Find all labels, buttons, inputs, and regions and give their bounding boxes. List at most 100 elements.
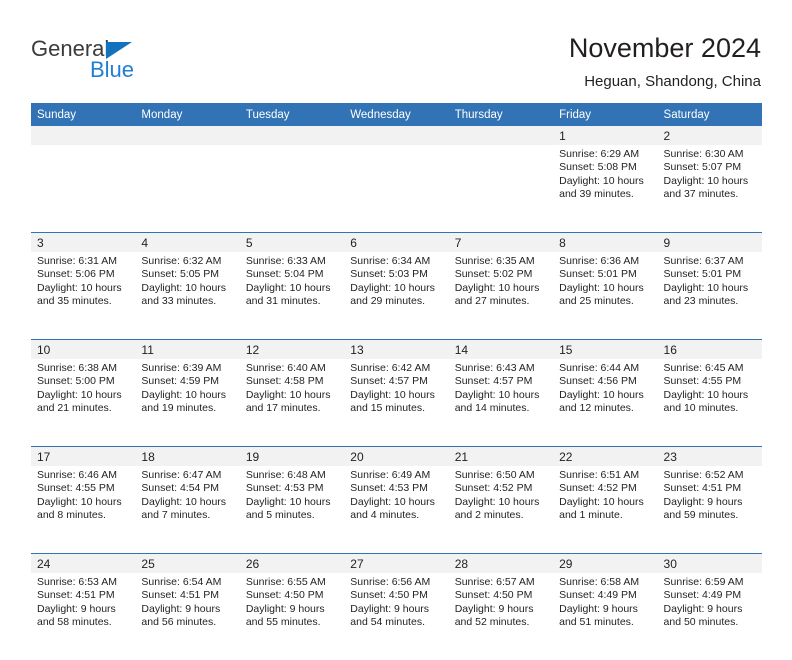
day-cell[interactable]: Sunrise: 6:37 AM Sunset: 5:01 PM Dayligh… bbox=[657, 252, 762, 340]
day-number[interactable]: 15 bbox=[553, 339, 658, 359]
day-number[interactable]: 23 bbox=[657, 446, 762, 466]
daylight-text-cont: and 37 minutes. bbox=[663, 188, 739, 201]
day-number[interactable]: 2 bbox=[657, 126, 762, 145]
day-cell[interactable]: Sunrise: 6:57 AM Sunset: 4:50 PM Dayligh… bbox=[448, 573, 554, 660]
sunset-text: Sunset: 4:57 PM bbox=[454, 375, 533, 388]
day-cell[interactable] bbox=[344, 145, 449, 233]
weekday-header-sunday: Sunday bbox=[31, 103, 136, 126]
sunrise-text: Sunrise: 6:37 AM bbox=[663, 255, 744, 267]
day-number[interactable]: 12 bbox=[239, 339, 345, 359]
day-number[interactable]: 29 bbox=[553, 553, 658, 573]
day-cell[interactable]: Sunrise: 6:52 AM Sunset: 4:51 PM Dayligh… bbox=[657, 466, 762, 554]
day-cell[interactable]: Sunrise: 6:48 AM Sunset: 4:53 PM Dayligh… bbox=[239, 466, 345, 554]
day-cell[interactable]: Sunrise: 6:56 AM Sunset: 4:50 PM Dayligh… bbox=[344, 573, 449, 660]
day-cell[interactable]: Sunrise: 6:40 AM Sunset: 4:58 PM Dayligh… bbox=[239, 359, 345, 447]
day-number[interactable]: 8 bbox=[553, 232, 658, 252]
daylight-text: Daylight: 10 hours bbox=[559, 495, 644, 508]
weekday-header-thursday: Thursday bbox=[448, 103, 554, 126]
day-number[interactable] bbox=[135, 126, 240, 145]
day-number[interactable] bbox=[344, 126, 449, 145]
day-cell[interactable]: Sunrise: 6:51 AM Sunset: 4:52 PM Dayligh… bbox=[553, 466, 658, 554]
day-cell[interactable]: Sunrise: 6:59 AM Sunset: 4:49 PM Dayligh… bbox=[657, 573, 762, 660]
day-cell[interactable]: Sunrise: 6:55 AM Sunset: 4:50 PM Dayligh… bbox=[239, 573, 345, 660]
day-number[interactable]: 10 bbox=[31, 339, 136, 359]
daylight-text: Daylight: 10 hours bbox=[663, 174, 749, 187]
day-cell[interactable]: Sunrise: 6:34 AM Sunset: 5:03 PM Dayligh… bbox=[344, 252, 449, 340]
day-cell[interactable]: Sunrise: 6:49 AM Sunset: 4:53 PM Dayligh… bbox=[344, 466, 449, 554]
general-blue-logo[interactable]: General Blue bbox=[31, 36, 231, 88]
day-cell[interactable]: Sunrise: 6:39 AM Sunset: 4:59 PM Dayligh… bbox=[135, 359, 240, 447]
day-cell[interactable]: Sunrise: 6:33 AM Sunset: 5:04 PM Dayligh… bbox=[239, 252, 345, 340]
day-number[interactable]: 26 bbox=[239, 553, 345, 573]
daylight-text: Daylight: 10 hours bbox=[559, 174, 644, 187]
day-number[interactable]: 13 bbox=[344, 339, 449, 359]
day-number[interactable] bbox=[448, 126, 554, 145]
day-number[interactable]: 5 bbox=[239, 232, 345, 252]
day-number[interactable]: 21 bbox=[448, 446, 554, 466]
daylight-text-cont: and 58 minutes. bbox=[37, 616, 112, 629]
day-cell[interactable]: Sunrise: 6:29 AM Sunset: 5:08 PM Dayligh… bbox=[553, 145, 658, 233]
daylight-text: Daylight: 10 hours bbox=[350, 388, 435, 401]
day-number[interactable]: 27 bbox=[344, 553, 449, 573]
day-cell[interactable] bbox=[31, 145, 136, 233]
day-cell[interactable]: Sunrise: 6:53 AM Sunset: 4:51 PM Dayligh… bbox=[31, 573, 136, 660]
day-number[interactable]: 20 bbox=[344, 446, 449, 466]
daylight-text: Daylight: 10 hours bbox=[245, 388, 331, 401]
day-cell[interactable]: Sunrise: 6:32 AM Sunset: 5:05 PM Dayligh… bbox=[135, 252, 240, 340]
day-cell[interactable] bbox=[448, 145, 554, 233]
week-row-daynumbers: 1 2 bbox=[31, 126, 762, 145]
calendar-page: General Blue November 2024 Heguan, Shand… bbox=[0, 0, 792, 660]
day-number[interactable]: 16 bbox=[657, 339, 762, 359]
daylight-text-cont: and 39 minutes. bbox=[559, 188, 634, 201]
daylight-text: Daylight: 9 hours bbox=[350, 602, 430, 615]
day-number[interactable]: 25 bbox=[135, 553, 240, 573]
day-cell[interactable]: Sunrise: 6:44 AM Sunset: 4:56 PM Dayligh… bbox=[553, 359, 658, 447]
day-number[interactable]: 28 bbox=[448, 553, 554, 573]
daylight-text: Daylight: 10 hours bbox=[141, 281, 227, 294]
sunset-text: Sunset: 4:52 PM bbox=[454, 482, 533, 495]
day-number[interactable]: 4 bbox=[135, 232, 240, 252]
day-cell[interactable]: Sunrise: 6:42 AM Sunset: 4:57 PM Dayligh… bbox=[344, 359, 449, 447]
sunset-text: Sunset: 4:58 PM bbox=[245, 375, 324, 388]
day-cell[interactable]: Sunrise: 6:36 AM Sunset: 5:01 PM Dayligh… bbox=[553, 252, 658, 340]
day-number[interactable]: 11 bbox=[135, 339, 240, 359]
day-number[interactable]: 18 bbox=[135, 446, 240, 466]
sunrise-text: Sunrise: 6:50 AM bbox=[454, 469, 535, 481]
daylight-text: Daylight: 10 hours bbox=[350, 495, 435, 508]
day-number[interactable]: 6 bbox=[344, 232, 449, 252]
day-number[interactable]: 22 bbox=[553, 446, 658, 466]
day-cell[interactable]: Sunrise: 6:30 AM Sunset: 5:07 PM Dayligh… bbox=[657, 145, 762, 233]
day-number[interactable]: 19 bbox=[239, 446, 345, 466]
day-cell[interactable] bbox=[239, 145, 345, 233]
day-cell[interactable]: Sunrise: 6:43 AM Sunset: 4:57 PM Dayligh… bbox=[448, 359, 554, 447]
day-number[interactable] bbox=[31, 126, 136, 145]
daylight-text: Daylight: 9 hours bbox=[37, 602, 116, 615]
sunrise-text: Sunrise: 6:52 AM bbox=[663, 469, 744, 481]
day-cell[interactable]: Sunrise: 6:47 AM Sunset: 4:54 PM Dayligh… bbox=[135, 466, 240, 554]
day-cell[interactable]: Sunrise: 6:54 AM Sunset: 4:51 PM Dayligh… bbox=[135, 573, 240, 660]
day-number[interactable] bbox=[239, 126, 345, 145]
day-cell[interactable]: Sunrise: 6:35 AM Sunset: 5:02 PM Dayligh… bbox=[448, 252, 554, 340]
day-cell[interactable]: Sunrise: 6:50 AM Sunset: 4:52 PM Dayligh… bbox=[448, 466, 554, 554]
sunset-text: Sunset: 4:54 PM bbox=[141, 482, 220, 495]
day-number[interactable]: 14 bbox=[448, 339, 554, 359]
day-cell[interactable]: Sunrise: 6:38 AM Sunset: 5:00 PM Dayligh… bbox=[31, 359, 136, 447]
sunrise-text: Sunrise: 6:31 AM bbox=[37, 255, 117, 267]
day-number[interactable]: 7 bbox=[448, 232, 554, 252]
day-cell[interactable]: Sunrise: 6:58 AM Sunset: 4:49 PM Dayligh… bbox=[553, 573, 658, 660]
day-cell[interactable]: Sunrise: 6:31 AM Sunset: 5:06 PM Dayligh… bbox=[31, 252, 136, 340]
weekday-header-row: Sunday Monday Tuesday Wednesday Thursday… bbox=[31, 103, 762, 126]
daylight-text-cont: and 51 minutes. bbox=[559, 616, 634, 629]
day-number[interactable]: 24 bbox=[31, 553, 136, 573]
day-number[interactable]: 3 bbox=[31, 232, 136, 252]
day-number[interactable]: 1 bbox=[553, 126, 658, 145]
day-cell[interactable] bbox=[135, 145, 240, 233]
day-cell[interactable]: Sunrise: 6:45 AM Sunset: 4:55 PM Dayligh… bbox=[657, 359, 762, 447]
day-number[interactable]: 9 bbox=[657, 232, 762, 252]
day-number[interactable]: 30 bbox=[657, 553, 762, 573]
sunset-text: Sunset: 5:02 PM bbox=[454, 268, 533, 281]
day-number[interactable]: 17 bbox=[31, 446, 136, 466]
day-cell[interactable]: Sunrise: 6:46 AM Sunset: 4:55 PM Dayligh… bbox=[31, 466, 136, 554]
sunset-text: Sunset: 4:50 PM bbox=[454, 589, 533, 602]
sunrise-text: Sunrise: 6:57 AM bbox=[454, 576, 535, 588]
